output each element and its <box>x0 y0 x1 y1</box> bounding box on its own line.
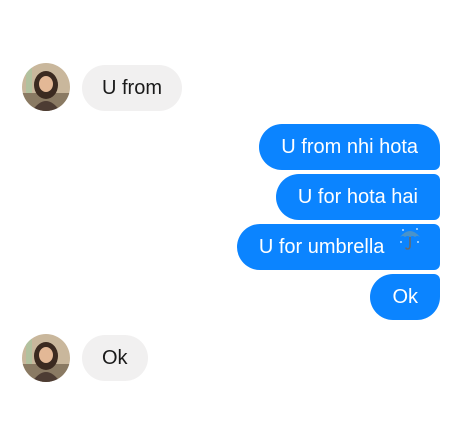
outgoing-message[interactable]: U from nhi hota <box>259 124 440 170</box>
incoming-message[interactable]: Ok <box>82 335 148 381</box>
message-text: U from nhi hota <box>281 136 418 158</box>
message-text: U from <box>102 77 162 99</box>
message-text: Ok <box>392 286 418 308</box>
message-text: Ok <box>102 347 128 369</box>
umbrella-with-rain-icon <box>398 222 422 268</box>
message-text: U for hota hai <box>297 186 418 208</box>
contact-avatar[interactable] <box>22 334 70 382</box>
outgoing-message[interactable]: U for hota hai <box>275 174 440 220</box>
outgoing-message[interactable]: U for umbrella <box>236 222 440 270</box>
avatar-photo-icon <box>22 63 70 111</box>
message-text: U for umbrella <box>258 236 385 258</box>
outgoing-message[interactable]: Ok <box>370 274 440 320</box>
chat-thread: U from U from nhi hota U for hota hai U … <box>0 0 450 432</box>
incoming-message[interactable]: U from <box>82 65 182 111</box>
avatar-photo-icon <box>22 334 70 382</box>
contact-avatar[interactable] <box>22 63 70 111</box>
